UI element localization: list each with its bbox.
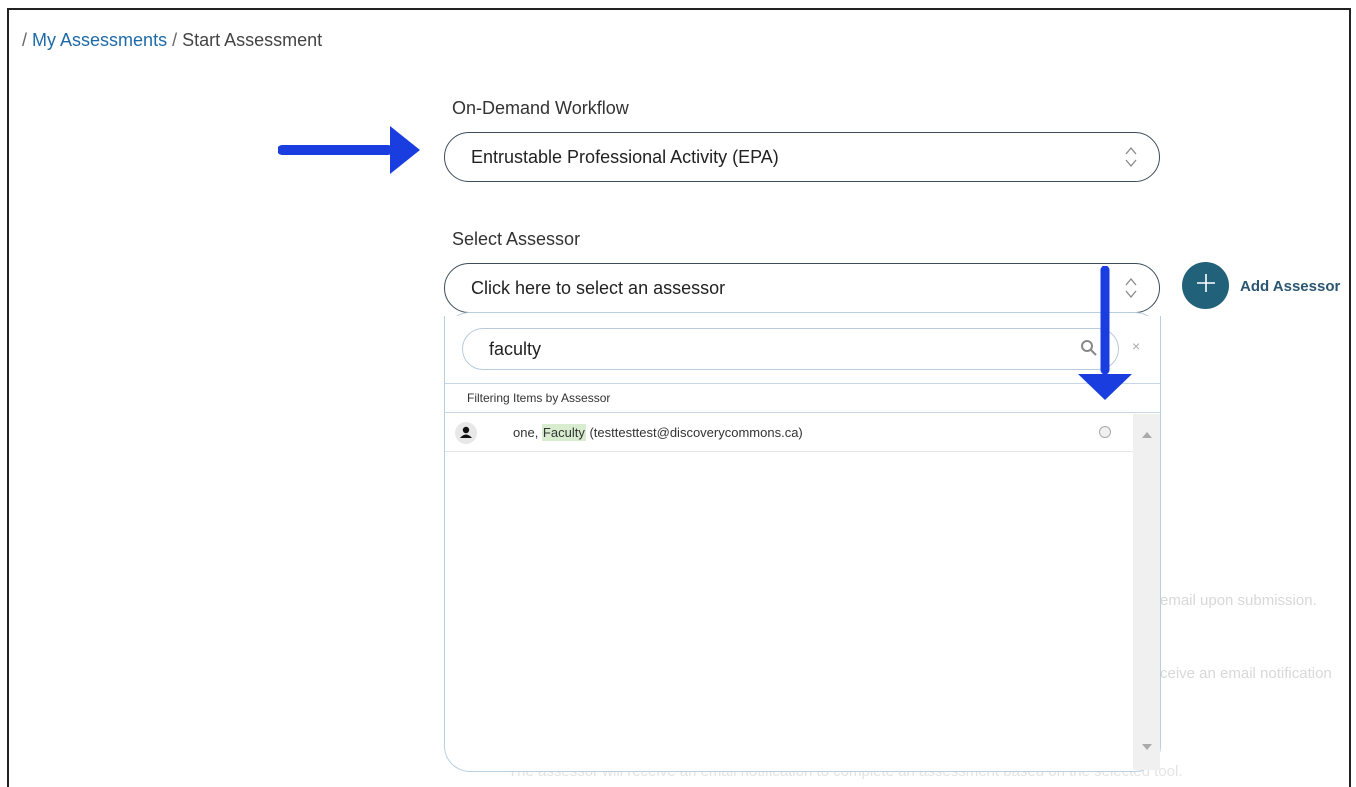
add-assessor-button[interactable]: [1182, 262, 1229, 309]
assessor-search-box[interactable]: [462, 328, 1119, 370]
add-assessor-label[interactable]: Add Assessor: [1240, 278, 1340, 295]
scroll-up-icon[interactable]: [1142, 426, 1152, 444]
assessor-label: Select Assessor: [452, 229, 581, 249]
filter-bar: Filtering Items by Assessor: [445, 383, 1160, 413]
breadcrumb-separator: /: [22, 30, 28, 50]
breadcrumb: / My Assessments / Start Assessment: [22, 30, 322, 51]
background-hint-1: email upon submission.: [1160, 592, 1317, 609]
result-text: one, Faculty (testtesttest@discoverycomm…: [513, 424, 803, 441]
assessor-select[interactable]: Click here to select an assessor: [444, 263, 1160, 313]
assessor-search-input[interactable]: [487, 337, 1051, 361]
user-icon: [455, 422, 477, 444]
result-prefix: one,: [513, 425, 542, 440]
dropdown-scrollbar[interactable]: [1133, 414, 1160, 770]
result-suffix: (testtesttest@discoverycommons.ca): [585, 425, 803, 440]
scroll-down-icon[interactable]: [1142, 738, 1152, 756]
background-hint-2: ceive an email notification: [1160, 665, 1332, 682]
workflow-label: On-Demand Workflow: [452, 98, 629, 118]
breadcrumb-current: Start Assessment: [182, 30, 323, 50]
list-item[interactable]: one, Faculty (testtesttest@discoverycomm…: [445, 414, 1133, 452]
updown-chevron-icon: [1125, 145, 1137, 169]
plus-icon: [1195, 272, 1217, 299]
breadcrumb-my-assessments[interactable]: My Assessments: [32, 30, 167, 50]
assessor-select-placeholder: Click here to select an assessor: [471, 277, 726, 298]
blue-arrow-right: [278, 126, 420, 174]
workflow-select[interactable]: Entrustable Professional Activity (EPA): [444, 132, 1160, 182]
blue-arrow-down: [1078, 266, 1132, 400]
result-radio[interactable]: [1099, 426, 1111, 438]
result-match-highlight: Faculty: [541, 424, 586, 441]
breadcrumb-separator: /: [172, 30, 178, 50]
workflow-select-value: Entrustable Professional Activity (EPA): [471, 146, 779, 167]
